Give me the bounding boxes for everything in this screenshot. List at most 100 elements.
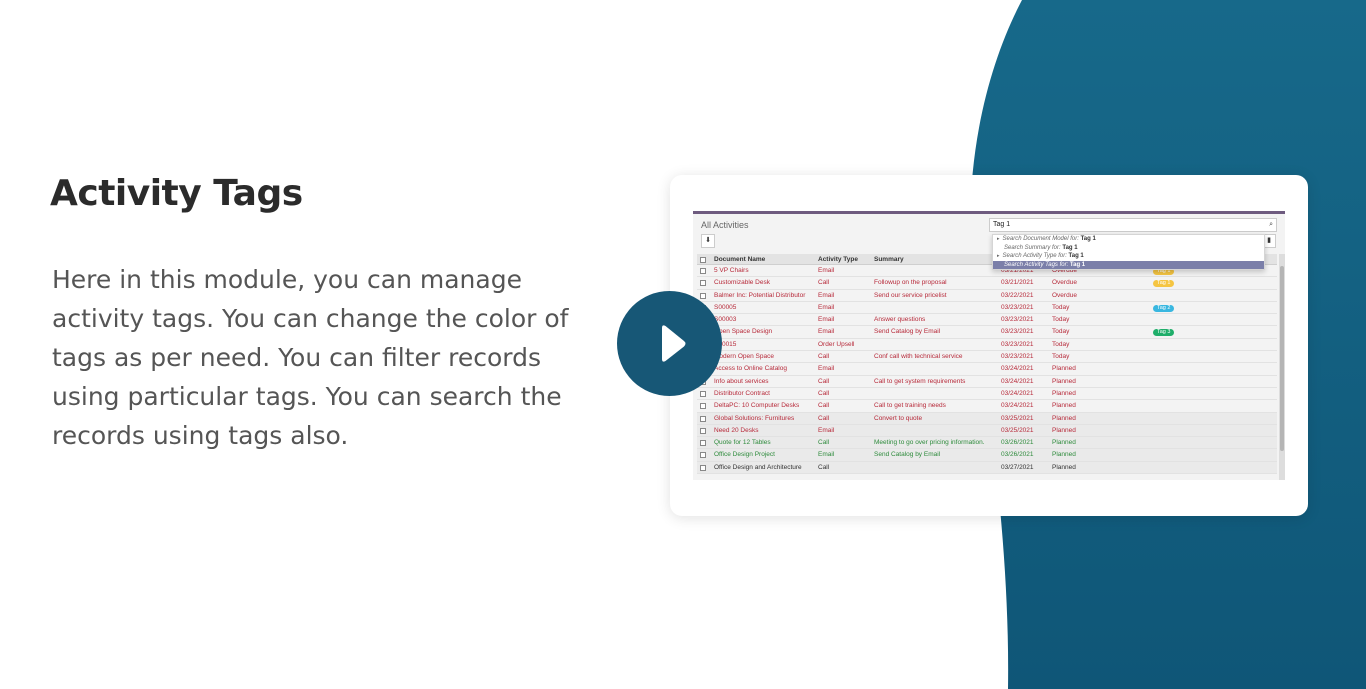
cell-due-date: 03/27/2021 <box>1001 463 1034 471</box>
table-row[interactable]: Office Design Project Email Send Catalog b… <box>697 449 1277 462</box>
suggestion-activity-type[interactable]: ▸ Search Activity Type for: Tag 1 <box>993 252 1264 261</box>
suggestion-activity-tags[interactable]: Search Activity Tags for: Tag 1 <box>993 260 1264 269</box>
cell-due-date: 03/23/2021 <box>1001 316 1034 324</box>
cell-summary: Followup on the proposal <box>874 279 947 287</box>
cell-summary: Send our service pricelist <box>874 291 947 299</box>
app-screenshot: All Activities ⬇ ▮ Tag 1 ⌕ ▸ Search Docum… <box>693 211 1285 480</box>
cell-due-date: 03/25/2021 <box>1001 426 1034 434</box>
cell-activity-type: Call <box>818 377 830 385</box>
cell-document-name: Open Space Design <box>714 328 773 336</box>
cell-status: Today <box>1052 353 1070 361</box>
cell-status: Today <box>1052 340 1070 348</box>
row-checkbox[interactable] <box>700 280 706 287</box>
column-header[interactable]: Activity Type <box>818 254 858 265</box>
table-row[interactable]: DeltaPC: 10 Computer Desks Call Call to ge… <box>697 400 1277 413</box>
cell-due-date: 03/23/2021 <box>1001 353 1034 361</box>
table-row[interactable]: S00003 Email Answer questions 03/23/2021 Tod… <box>697 314 1277 327</box>
cell-activity-type: Call <box>818 463 830 471</box>
cell-status: Planned <box>1052 365 1076 373</box>
cell-document-name: Balmer Inc: Potential Distributor <box>714 291 806 299</box>
cell-activity-type: Call <box>818 402 830 410</box>
cell-status: Planned <box>1052 451 1076 459</box>
cell-activity-type: Call <box>818 279 830 287</box>
cell-activity-type: Email <box>818 451 835 459</box>
cell-document-name: DeltaPC: 10 Computer Desks <box>714 402 800 410</box>
list-title: All Activities <box>701 220 749 230</box>
cell-status: Planned <box>1052 402 1076 410</box>
row-checkbox[interactable] <box>700 427 706 434</box>
cell-activity-type: Email <box>818 291 835 299</box>
cell-activity-type: Call <box>818 389 830 397</box>
cell-document-name: Access to Online Catalog <box>714 365 787 373</box>
table-row[interactable]: Balmer Inc: Potential Distributor Email Se… <box>697 290 1277 302</box>
search-icon[interactable]: ⌕ <box>1269 219 1273 231</box>
row-checkbox[interactable] <box>700 440 706 447</box>
activity-tag-badge[interactable]: Tag 1 <box>1153 280 1175 288</box>
row-checkbox[interactable] <box>700 452 706 459</box>
table-row[interactable]: Modern Open Space Call Conf call with tech… <box>697 351 1277 364</box>
search-input[interactable]: Tag 1 ⌕ <box>989 218 1277 232</box>
table-row[interactable]: Open Space Design Email Send Catalog by Em… <box>697 326 1277 339</box>
table-row[interactable]: Info about services Call Call to get syste… <box>697 376 1277 388</box>
search-value: Tag 1 <box>993 221 1011 228</box>
table-row[interactable]: Quote for 12 Tables Call Meeting to go ove… <box>697 437 1277 450</box>
screenshot-card: All Activities ⬇ ▮ Tag 1 ⌕ ▸ Search Docum… <box>670 175 1308 516</box>
cell-document-name: Modern Open Space <box>714 353 774 361</box>
cell-status: Planned <box>1052 389 1076 397</box>
cell-due-date: 03/26/2021 <box>1001 451 1034 459</box>
column-header[interactable]: Summary <box>874 254 904 265</box>
cell-due-date: 03/25/2021 <box>1001 414 1034 422</box>
cell-activity-type: Email <box>818 328 835 336</box>
row-checkbox[interactable] <box>700 268 706 274</box>
table-row[interactable]: Access to Online Catalog Email 03/24/2021 P… <box>697 363 1277 376</box>
cell-activity-type: Call <box>818 439 830 447</box>
select-all-checkbox[interactable] <box>700 257 706 263</box>
cell-status: Overdue <box>1052 279 1077 287</box>
bar-chart-icon: ▮ <box>1267 237 1271 244</box>
scrollbar[interactable] <box>1279 254 1285 480</box>
cell-document-name: Office Design and Architecture <box>714 463 802 471</box>
cell-document-name: Need 20 Desks <box>714 426 759 434</box>
cell-summary: Conf call with technical service <box>874 353 963 361</box>
cell-activity-type: Email <box>818 303 835 311</box>
cell-document-name: 5 VP Chairs <box>714 267 749 274</box>
cell-document-name: Quote for 12 Tables <box>714 439 771 447</box>
cell-due-date: 03/23/2021 <box>1001 303 1034 311</box>
row-checkbox[interactable] <box>700 403 706 410</box>
cell-due-date: 03/23/2021 <box>1001 328 1034 336</box>
row-checkbox[interactable] <box>700 415 706 422</box>
table-row[interactable]: Need 20 Desks Email 03/25/2021 Planned <box>697 424 1277 438</box>
table-row[interactable]: S00015 Order Upsell 03/23/2021 Today <box>697 339 1277 352</box>
cell-activity-type: Call <box>818 353 830 361</box>
download-icon: ⬇ <box>705 237 711 244</box>
cell-status: Today <box>1052 328 1070 336</box>
scroll-thumb[interactable] <box>1280 266 1284 451</box>
cell-summary: Call to get training needs <box>874 402 946 410</box>
cell-due-date: 03/24/2021 <box>1001 389 1034 397</box>
activity-tag-badge[interactable]: Tag 3 <box>1153 329 1175 337</box>
download-button[interactable]: ⬇ <box>701 234 715 248</box>
table-row[interactable]: Distributor Contract Call 03/24/2021 Planne… <box>697 388 1277 401</box>
table-row[interactable]: S00005 Email 03/23/2021 Today Tag 2 <box>697 302 1277 315</box>
cell-due-date: 03/22/2021 <box>1001 291 1034 299</box>
play-icon <box>662 325 686 362</box>
page-description: Here in this module, you can manage acti… <box>52 265 569 450</box>
suggestion-document-model[interactable]: ▸ Search Document Model for: Tag 1 <box>993 235 1264 244</box>
cell-document-name: Customizable Desk <box>714 279 770 287</box>
cell-due-date: 03/21/2021 <box>1001 279 1034 287</box>
play-button[interactable] <box>617 291 722 396</box>
caret-right-icon: ▸ <box>997 253 1000 259</box>
suggestion-summary[interactable]: Search Summary for: Tag 1 <box>993 244 1264 253</box>
cell-due-date: 03/24/2021 <box>1001 402 1034 410</box>
table-row[interactable]: Global Solutions: Furnitures Call Convert … <box>697 412 1277 425</box>
cell-document-name: Distributor Contract <box>714 389 770 397</box>
table-row[interactable]: Office Design and Architecture Call 03/27/… <box>697 461 1277 475</box>
table-row[interactable]: Customizable Desk Call Followup on the pro… <box>697 277 1277 290</box>
cell-status: Planned <box>1052 439 1076 447</box>
cell-activity-type: Order Upsell <box>818 340 855 348</box>
cell-summary: Convert to quote <box>874 414 923 422</box>
column-header[interactable]: Document Name <box>714 254 765 265</box>
row-checkbox[interactable] <box>700 464 706 471</box>
activity-tag-badge[interactable]: Tag 2 <box>1153 304 1175 312</box>
cell-summary: Answer questions <box>874 316 926 324</box>
